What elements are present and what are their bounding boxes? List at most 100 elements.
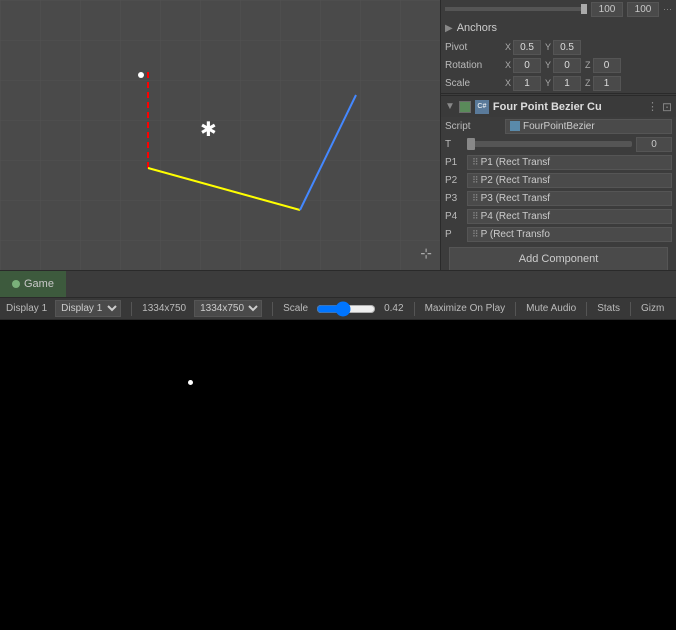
- scale-row: Scale X 1 Y 1 Z 1: [441, 74, 676, 92]
- p4-text: P4 (Rect Transf: [481, 211, 550, 222]
- p2-text: P2 (Rect Transf: [481, 175, 550, 186]
- pivot-label: Pivot: [445, 42, 505, 53]
- add-component-button[interactable]: Add Component: [449, 247, 668, 270]
- p2-row: P2 ⠿ P2 (Rect Transf: [441, 171, 676, 189]
- scale-y-group: Y 1: [545, 76, 581, 91]
- scene-svg: [0, 0, 440, 270]
- component-menu-icon[interactable]: ⋮: [647, 100, 658, 113]
- slider-val-2: 100: [627, 2, 659, 17]
- game-tab-label: Game: [24, 278, 54, 290]
- scale-label: Scale: [283, 303, 308, 314]
- rotation-value: X 0 Y 0 Z 0: [505, 58, 672, 73]
- p1-row: P1 ⠿ P1 (Rect Transf: [441, 153, 676, 171]
- pivot-row: Pivot X 0.5 Y 0.5: [441, 38, 676, 56]
- rot-x-group: X 0: [505, 58, 541, 73]
- toolbar-separator-3: [414, 302, 415, 316]
- pivot-x-value[interactable]: 0.5: [513, 40, 541, 55]
- pivot-value: X 0.5 Y 0.5: [505, 40, 672, 55]
- pivot-y-value[interactable]: 0.5: [553, 40, 581, 55]
- mute-label: Mute Audio: [526, 303, 576, 314]
- scale-y-value[interactable]: 1: [553, 76, 581, 91]
- p1-drag-icon: ⠿: [472, 157, 479, 168]
- script-filename: FourPointBezier: [523, 121, 595, 132]
- scale-value: X 1 Y 1 Z 1: [505, 76, 672, 91]
- corner-resize-handle[interactable]: ⊹: [420, 245, 432, 262]
- game-tab[interactable]: Game: [0, 271, 66, 297]
- expand-icon[interactable]: ▶: [445, 23, 453, 34]
- toolbar-separator-6: [630, 302, 631, 316]
- scale-x-value[interactable]: 1: [513, 76, 541, 91]
- component-icon: C#: [475, 100, 489, 114]
- game-tab-indicator: [12, 280, 20, 288]
- game-view-dot: [188, 380, 193, 385]
- p4-label: P4: [445, 211, 467, 222]
- slider-1[interactable]: [445, 7, 587, 11]
- display-dropdown[interactable]: Display 1: [55, 300, 121, 317]
- toolbar-separator-5: [586, 302, 587, 316]
- script-row: Script FourPointBezier: [441, 117, 676, 135]
- t-label: T: [445, 139, 467, 150]
- resolution-dropdown[interactable]: 1334x750: [194, 300, 262, 317]
- gizmos-label: Gizm: [641, 303, 664, 314]
- scale-value: 0.42: [384, 303, 403, 314]
- slider-val-1: 100: [591, 2, 623, 17]
- slider-row-1: 100 100 ⋯: [441, 0, 676, 18]
- p2-drag-icon: ⠿: [472, 175, 479, 186]
- maximize-label: Maximize On Play: [425, 303, 506, 314]
- p-label: P: [445, 229, 467, 240]
- p3-text: P3 (Rect Transf: [481, 193, 550, 204]
- p-drag-icon: ⠿: [472, 229, 479, 240]
- pivot-x-group: X 0.5: [505, 40, 541, 55]
- scale-x-group: X 1: [505, 76, 541, 91]
- inspector-panel: 100 100 ⋯ ▶ Anchors Pivot X 0.5 Y: [440, 0, 676, 270]
- game-toolbar: Display 1 Display 1 1334x750 1334x750 Sc…: [0, 298, 676, 320]
- component-enabled-checkbox[interactable]: [459, 101, 471, 113]
- pivot-y-group: Y 0.5: [545, 40, 581, 55]
- t-value[interactable]: 0: [636, 137, 672, 152]
- p3-label: P3: [445, 193, 467, 204]
- component-expand-icon[interactable]: ▼: [445, 101, 455, 112]
- p-value[interactable]: ⠿ P (Rect Transfo: [467, 227, 672, 242]
- display-label: Display 1: [6, 303, 47, 314]
- scale-z-value[interactable]: 1: [593, 76, 621, 91]
- rotation-row: Rotation X 0 Y 0 Z 0: [441, 56, 676, 74]
- pivot-y-label: Y: [545, 42, 551, 52]
- scene-panel: ✱ ⊹: [0, 0, 440, 270]
- toolbar-separator-1: [131, 302, 132, 316]
- stats-label: Stats: [597, 303, 620, 314]
- scale-slider[interactable]: [316, 304, 376, 314]
- rot-y-value[interactable]: 0: [553, 58, 581, 73]
- rotation-label: Rotation: [445, 60, 505, 71]
- anchors-row: ▶ Anchors: [441, 18, 676, 38]
- component-header: ▼ C# Four Point Bezier Cu ⋮ ⊡: [441, 95, 676, 117]
- rot-x-label: X: [505, 60, 511, 70]
- scale-x-label: X: [505, 78, 511, 88]
- p2-value[interactable]: ⠿ P2 (Rect Transf: [467, 173, 672, 188]
- p4-value[interactable]: ⠿ P4 (Rect Transf: [467, 209, 672, 224]
- rot-z-label: Z: [585, 60, 591, 70]
- script-value: FourPointBezier: [505, 119, 672, 134]
- pivot-x-label: X: [505, 42, 511, 52]
- p3-drag-icon: ⠿: [472, 193, 479, 204]
- p3-value[interactable]: ⠿ P3 (Rect Transf: [467, 191, 672, 206]
- game-view: [0, 320, 676, 630]
- dots-icon: ⋯: [663, 4, 672, 15]
- scale-y-label: Y: [545, 78, 551, 88]
- script-file-icon: [510, 121, 520, 131]
- p3-row: P3 ⠿ P3 (Rect Transf: [441, 189, 676, 207]
- rot-z-value[interactable]: 0: [593, 58, 621, 73]
- toolbar-separator-2: [272, 302, 273, 316]
- rot-y-label: Y: [545, 60, 551, 70]
- toolbar-separator-4: [515, 302, 516, 316]
- component-extra-icon[interactable]: ⊡: [662, 100, 672, 114]
- t-slider[interactable]: [467, 141, 632, 147]
- divider-1: [441, 93, 676, 94]
- p1-label: P1: [445, 157, 467, 168]
- move-handle[interactable]: ✱: [200, 120, 217, 140]
- p1-value[interactable]: ⠿ P1 (Rect Transf: [467, 155, 672, 170]
- rot-y-group: Y 0: [545, 58, 581, 73]
- p4-drag-icon: ⠿: [472, 211, 479, 222]
- rot-x-value[interactable]: 0: [513, 58, 541, 73]
- game-tab-bar: Game: [0, 270, 676, 298]
- scale-label: Scale: [445, 78, 505, 89]
